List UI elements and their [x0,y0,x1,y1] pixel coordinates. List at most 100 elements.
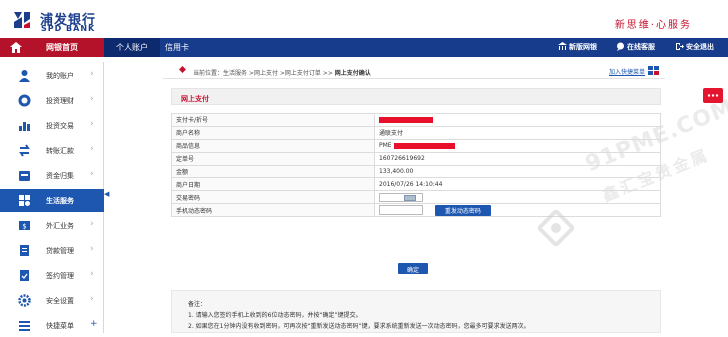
plus-icon: + [90,319,98,329]
svg-text:$: $ [22,223,26,231]
sidebar-item-forex[interactable]: $ 外汇业务 › [0,214,104,237]
table-row: 交易密码 [171,190,661,205]
section-title: 网上支付 [181,95,209,103]
sidebar-item-label: 生活服务 [46,197,74,205]
sidebar-item-label: 资金归集 [46,172,74,180]
table-row: 手机动态密码 重发动态密码 [171,203,661,218]
merchant-name-value: 通联支付 [374,125,661,140]
field-label: 手机动态密码 [171,203,375,218]
card-number-value [374,113,661,127]
field-label: 金额 [171,164,375,179]
note-line-2: 2. 如果您在1分钟内没有收到密码，可再次按“重新发送动态密码”键，要求系统重新… [188,323,530,330]
add-shortcut-link[interactable]: 加入快捷菜单 [609,67,645,76]
location-icon [179,66,186,73]
chevron-right-icon: › [90,94,94,104]
sidebar-item-label: 快捷菜单 [46,322,74,330]
new-ebank-label: 新版网银 [569,43,597,51]
sidebar-item-label: 我的账户 [46,72,74,80]
transfer-icon [19,144,30,157]
tab-credit-card[interactable]: 信用卡 [160,38,194,57]
breadcrumb-path[interactable]: 生活服务 >网上支付 >网上支付订单 >> [223,70,335,77]
online-service-label: 在线客服 [627,43,655,51]
payment-form-table: 支付卡/折号 商户名称 通联支付 商品信息 PME 定单号 1607266196… [171,113,661,218]
collapse-sidebar-icon[interactable]: ◀ [104,190,109,198]
table-row: 支付卡/折号 [171,113,661,127]
confirm-button[interactable]: 确定 [398,263,428,274]
sidebar-item-label: 外汇业务 [46,222,74,230]
table-row: 金额 133,400.00 [171,164,661,179]
redacted-block [393,142,455,149]
trade-password-input[interactable] [379,192,423,202]
product-info-text: PME [379,142,392,150]
tab-personal-account[interactable]: 个人账户 [104,38,160,57]
product-info-value: PME [374,138,661,153]
sidebar-item-life-service[interactable]: 生活服务 [0,189,104,212]
logout-label: 安全退出 [686,43,714,51]
home-icon [10,42,22,53]
redacted-block [379,116,433,123]
sidebar-item-label: 投资交易 [46,122,74,130]
sidebar-item-contract[interactable]: 签约管理 › [0,264,104,287]
sidebar: 我的账户 › 投资理财 › 投资交易 › 转账汇款 › 资金归集 › 生活服务 … [0,62,104,333]
new-ebank-link[interactable]: 新版网银 [558,42,597,52]
sidebar-item-my-account[interactable]: 我的账户 › [0,64,104,87]
chevron-right-icon: › [90,144,94,154]
breadcrumb: 当前位置：生活服务 >网上支付 >网上支付订单 >> 网上支付确认 加入快捷菜单 [163,62,665,79]
amount-value: 133,400.00 [374,164,661,179]
table-row: 商户名称 通联支付 [171,125,661,140]
main-content: 当前位置：生活服务 >网上支付 >网上支付订单 >> 网上支付确认 加入快捷菜单… [163,62,665,333]
keyboard-icon[interactable] [404,194,416,201]
shortcut-grid-icon[interactable] [648,66,660,76]
chevron-right-icon: › [90,119,94,129]
sms-code-input[interactable] [379,205,423,216]
field-label: 交易密码 [171,190,375,205]
coin-icon [18,94,31,107]
sidebar-item-trading[interactable]: 投资交易 › [0,114,104,137]
table-row: 商品信息 PME [171,138,661,153]
top-header: 浦发银行 SPD BANK 新思维·心服务 [0,0,728,38]
field-label: 商户日期 [171,177,375,192]
bank-icon [558,42,567,51]
logout-link[interactable]: 安全退出 [675,42,714,52]
trade-icon [19,122,30,131]
collect-icon [19,171,30,181]
trade-password-cell [374,190,661,205]
brand-slogan: 新思维·心服务 [614,20,692,31]
resend-code-button[interactable]: 重发动态密码 [434,204,491,216]
sidebar-item-transfer[interactable]: 转账汇款 › [0,139,104,162]
field-label: 商品信息 [171,138,375,153]
sidebar-item-security[interactable]: 安全设置 › [0,289,104,312]
online-service-link[interactable]: 在线客服 [616,42,655,52]
breadcrumb-current: 网上支付确认 [334,70,371,77]
contract-icon [20,270,29,281]
chat-bubble-icon [707,94,719,97]
user-icon [19,70,30,82]
note-title: 备注： [188,301,207,308]
sidebar-item-label: 贷款管理 [46,247,74,255]
gear-icon [18,294,31,307]
sidebar-item-label: 签约管理 [46,272,74,280]
section-header: 网上支付 [171,88,661,105]
breadcrumb-text: 当前位置：生活服务 >网上支付 >网上支付订单 >> 网上支付确认 [193,68,371,77]
sidebar-item-label: 转账汇款 [46,147,74,155]
field-label: 支付卡/折号 [171,113,375,127]
sidebar-item-shortcut-menu[interactable]: 快捷菜单 + [0,314,104,337]
loan-icon [20,245,29,256]
nav-home-button[interactable]: 网银首页 [0,38,104,57]
sidebar-item-loan[interactable]: 贷款管理 › [0,239,104,262]
table-row: 定单号 160726619692 [171,151,661,166]
brand-name-en: SPD BANK [41,24,96,33]
chat-icon [616,42,625,51]
sidebar-item-fund-collect[interactable]: 资金归集 › [0,164,104,187]
chevron-right-icon: › [90,244,94,254]
sidebar-item-investment[interactable]: 投资理财 › [0,89,104,112]
field-label: 定单号 [171,151,375,166]
nav-home-label: 网银首页 [46,43,78,52]
life-service-icon [19,195,30,206]
forex-icon: $ [19,221,30,231]
sidebar-item-label: 安全设置 [46,297,74,305]
sms-code-cell: 重发动态密码 [374,203,661,218]
sidebar-item-label: 投资理财 [46,97,74,105]
field-label: 商户名称 [171,125,375,140]
floating-chat-tab[interactable] [703,88,723,103]
